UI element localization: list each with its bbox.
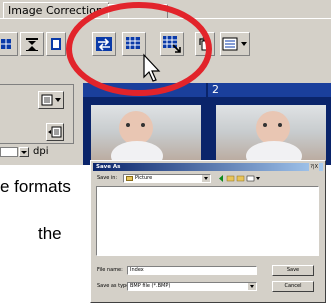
folder-icon (126, 176, 133, 181)
annotation-ring (66, 2, 212, 96)
thumbnail-header-2: 2 (208, 83, 331, 97)
panel-icon[interactable] (46, 32, 66, 56)
view-dropdown-button[interactable] (38, 91, 64, 109)
cancel-button[interactable]: Cancel (272, 281, 314, 292)
dialog-titlebar: Save As (93, 163, 323, 171)
save-as-type-value: BMP file (*.BMP) (130, 283, 171, 289)
dpi-dropdown-button[interactable] (19, 147, 29, 157)
file-name-value: Index (130, 267, 144, 273)
chevron-down-icon[interactable] (202, 175, 210, 182)
mouse-pointer-icon (143, 53, 161, 82)
save-button[interactable]: Save (272, 265, 314, 276)
save-in-select[interactable]: Picture (123, 174, 211, 183)
back-icon (219, 175, 223, 182)
thumbnail-photo-1[interactable] (91, 105, 201, 165)
file-name-label: File name: (97, 267, 123, 273)
chevron-down-icon[interactable] (248, 283, 256, 290)
dpi-field[interactable] (0, 147, 18, 157)
body-text-line-1: e formats (0, 177, 71, 196)
grid-icon[interactable] (0, 32, 18, 56)
list-dropdown-icon[interactable] (220, 32, 250, 56)
body-text-line-2: the (38, 224, 62, 243)
save-as-dialog: Save As ?|X Save in: Picture File name: … (90, 160, 326, 303)
file-name-field[interactable]: Index (127, 266, 257, 275)
save-in-value: Picture (135, 175, 153, 181)
file-list[interactable] (96, 186, 319, 256)
help-close-buttons[interactable]: ?|X (309, 163, 319, 171)
dialog-nav-icons (217, 174, 277, 183)
align-center-icon[interactable] (20, 32, 44, 56)
dpi-label: dpi (33, 146, 49, 157)
dialog-title: Save As (96, 164, 121, 170)
save-in-label: Save in: (97, 175, 118, 181)
save-as-type-label: Save as type: (97, 283, 131, 289)
save-as-type-select[interactable]: BMP file (*.BMP) (127, 282, 257, 291)
list-view-button[interactable] (46, 123, 64, 141)
thumbnail-photo-2[interactable] (216, 105, 326, 165)
